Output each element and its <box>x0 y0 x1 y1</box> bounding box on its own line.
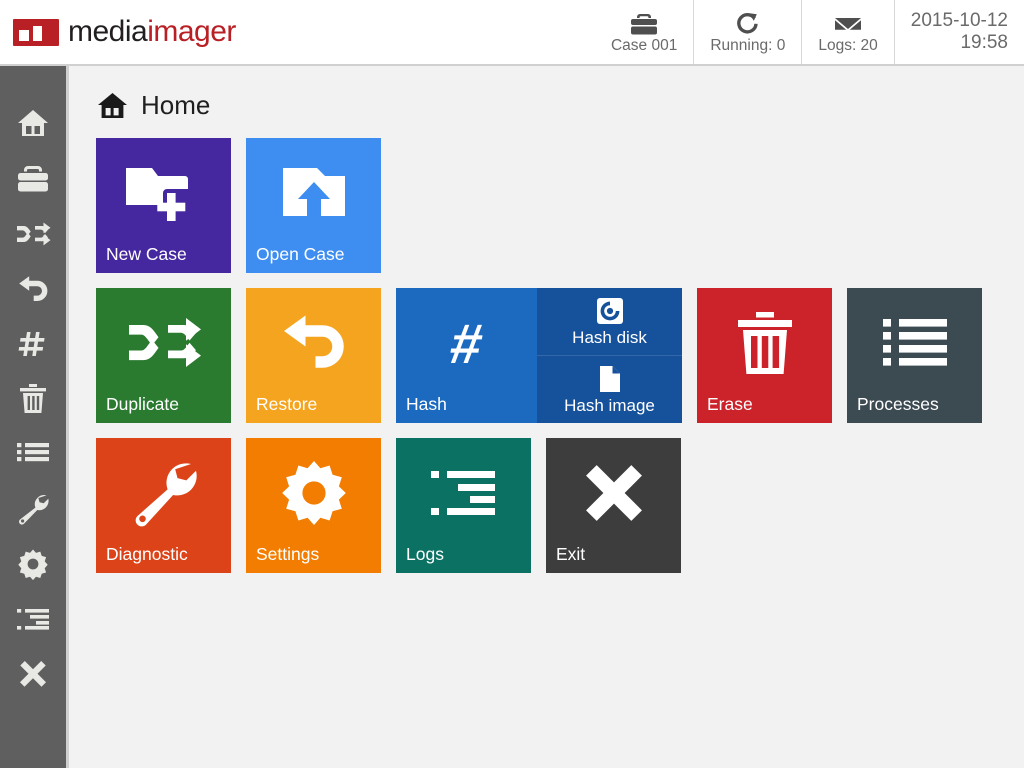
tile-new-case[interactable]: New Case <box>96 138 231 273</box>
home-icon <box>16 108 50 139</box>
tile-row-2: Duplicate Restore # Hash Hash disk Hash … <box>96 288 1016 423</box>
envelope-icon <box>833 10 863 36</box>
tile-label: Erase <box>707 394 753 414</box>
status-logs-label: Logs: 20 <box>818 36 878 54</box>
sidebar-item-diagnostic[interactable] <box>0 481 66 536</box>
shuffle-icon <box>96 288 231 397</box>
tile-row-3: Diagnostic Settings Logs Exit <box>96 438 1016 573</box>
tile-hash-group: # Hash Hash disk Hash image <box>396 288 682 423</box>
logo-text-media: media <box>68 15 148 48</box>
tile-processes[interactable]: Processes <box>847 288 982 423</box>
status-case-label: Case 001 <box>610 36 678 54</box>
app-logo[interactable]: mediaimager <box>13 15 236 49</box>
folder-plus-icon <box>96 138 231 247</box>
status-running[interactable]: Running: 0 <box>693 0 801 64</box>
sidebar-nav <box>0 66 66 768</box>
tile-label: Open Case <box>256 244 345 264</box>
tile-label: New Case <box>106 244 187 264</box>
trash-icon <box>697 288 832 397</box>
tile-logs[interactable]: Logs <box>396 438 531 573</box>
tile-hash-image[interactable]: Hash image <box>537 355 682 423</box>
app-logo-text: mediaimager <box>68 15 236 49</box>
status-case[interactable]: Case 001 <box>595 0 693 64</box>
header-status-bar: Case 001 Running: 0 Logs: 20 2015-10-12 … <box>595 0 1024 64</box>
tile-settings[interactable]: Settings <box>246 438 381 573</box>
wrench-icon <box>96 438 231 547</box>
list-icon <box>16 441 50 467</box>
app-header: mediaimager Case 001 Running: 0 Logs: 20… <box>0 0 1024 66</box>
tile-erase[interactable]: Erase <box>697 288 832 423</box>
tile-label: Hash image <box>564 395 655 415</box>
indented-list-icon <box>396 438 531 547</box>
wrench-icon <box>16 493 50 525</box>
tile-hash[interactable]: # Hash <box>396 288 537 423</box>
header-time: 19:58 <box>960 32 1008 53</box>
shuffle-icon <box>15 221 51 247</box>
sidebar-item-logs[interactable] <box>0 591 66 646</box>
close-x-icon <box>546 438 681 547</box>
tile-duplicate[interactable]: Duplicate <box>96 288 231 423</box>
tile-label: Settings <box>256 544 320 564</box>
tile-grid: New Case Open Case Duplicate Restore # H… <box>96 138 1016 573</box>
tile-row-1: New Case Open Case <box>96 138 1016 273</box>
tile-label: Duplicate <box>106 394 179 414</box>
gear-icon <box>246 438 381 547</box>
page-title: Home <box>141 90 211 120</box>
status-logs[interactable]: Logs: 20 <box>801 0 893 64</box>
tile-label: Hash disk <box>572 327 647 347</box>
disk-icon <box>596 296 623 326</box>
tile-diagnostic[interactable]: Diagnostic <box>96 438 231 573</box>
sidebar-item-hash[interactable] <box>0 316 66 371</box>
tile-label: Hash <box>406 394 447 414</box>
sidebar-item-duplicate[interactable] <box>0 206 66 261</box>
list-icon <box>847 288 982 397</box>
briefcase-icon <box>16 165 50 193</box>
sidebar-item-exit[interactable] <box>0 646 66 701</box>
status-running-label: Running: 0 <box>710 36 786 54</box>
hash-sub-panel: Hash disk Hash image <box>537 288 682 423</box>
application-window: mediaimager Case 001 Running: 0 Logs: 20… <box>0 0 1024 768</box>
tile-label: Logs <box>406 544 444 564</box>
main-content: Home New Case Open Case Duplicate Restor… <box>66 66 1024 768</box>
tile-restore[interactable]: Restore <box>246 288 381 423</box>
breadcrumb: Home <box>97 90 1024 121</box>
tile-exit[interactable]: Exit <box>546 438 681 573</box>
tile-label: Restore <box>256 394 318 414</box>
tile-label: Exit <box>556 544 586 564</box>
header-datetime: 2015-10-12 19:58 <box>893 0 1010 64</box>
close-x-icon <box>17 658 49 690</box>
trash-icon <box>18 383 48 415</box>
refresh-rotate-icon <box>734 10 762 36</box>
sidebar-item-home[interactable] <box>0 96 66 151</box>
tile-hash-disk[interactable]: Hash disk <box>537 288 682 355</box>
sidebar-item-erase[interactable] <box>0 371 66 426</box>
sidebar-item-restore[interactable] <box>0 261 66 316</box>
document-icon <box>598 364 621 394</box>
tile-label: Diagnostic <box>106 544 188 564</box>
home-icon <box>97 92 128 120</box>
undo-icon <box>16 274 50 304</box>
sidebar-item-processes[interactable] <box>0 426 66 481</box>
folder-up-arrow-icon <box>246 138 381 247</box>
tile-label: Processes <box>857 394 939 414</box>
hash-icon <box>18 329 48 359</box>
undo-icon <box>246 288 381 397</box>
sidebar-item-case[interactable] <box>0 151 66 206</box>
gear-icon <box>17 548 49 580</box>
tile-open-case[interactable]: Open Case <box>246 138 381 273</box>
mediaimager-logo-mark <box>13 18 59 46</box>
briefcase-icon <box>629 10 659 36</box>
indented-list-icon <box>16 607 50 631</box>
logo-text-imager: imager <box>147 15 236 48</box>
sidebar-item-settings[interactable] <box>0 536 66 591</box>
hash-icon: # <box>445 312 488 375</box>
header-date: 2015-10-12 <box>910 10 1008 32</box>
